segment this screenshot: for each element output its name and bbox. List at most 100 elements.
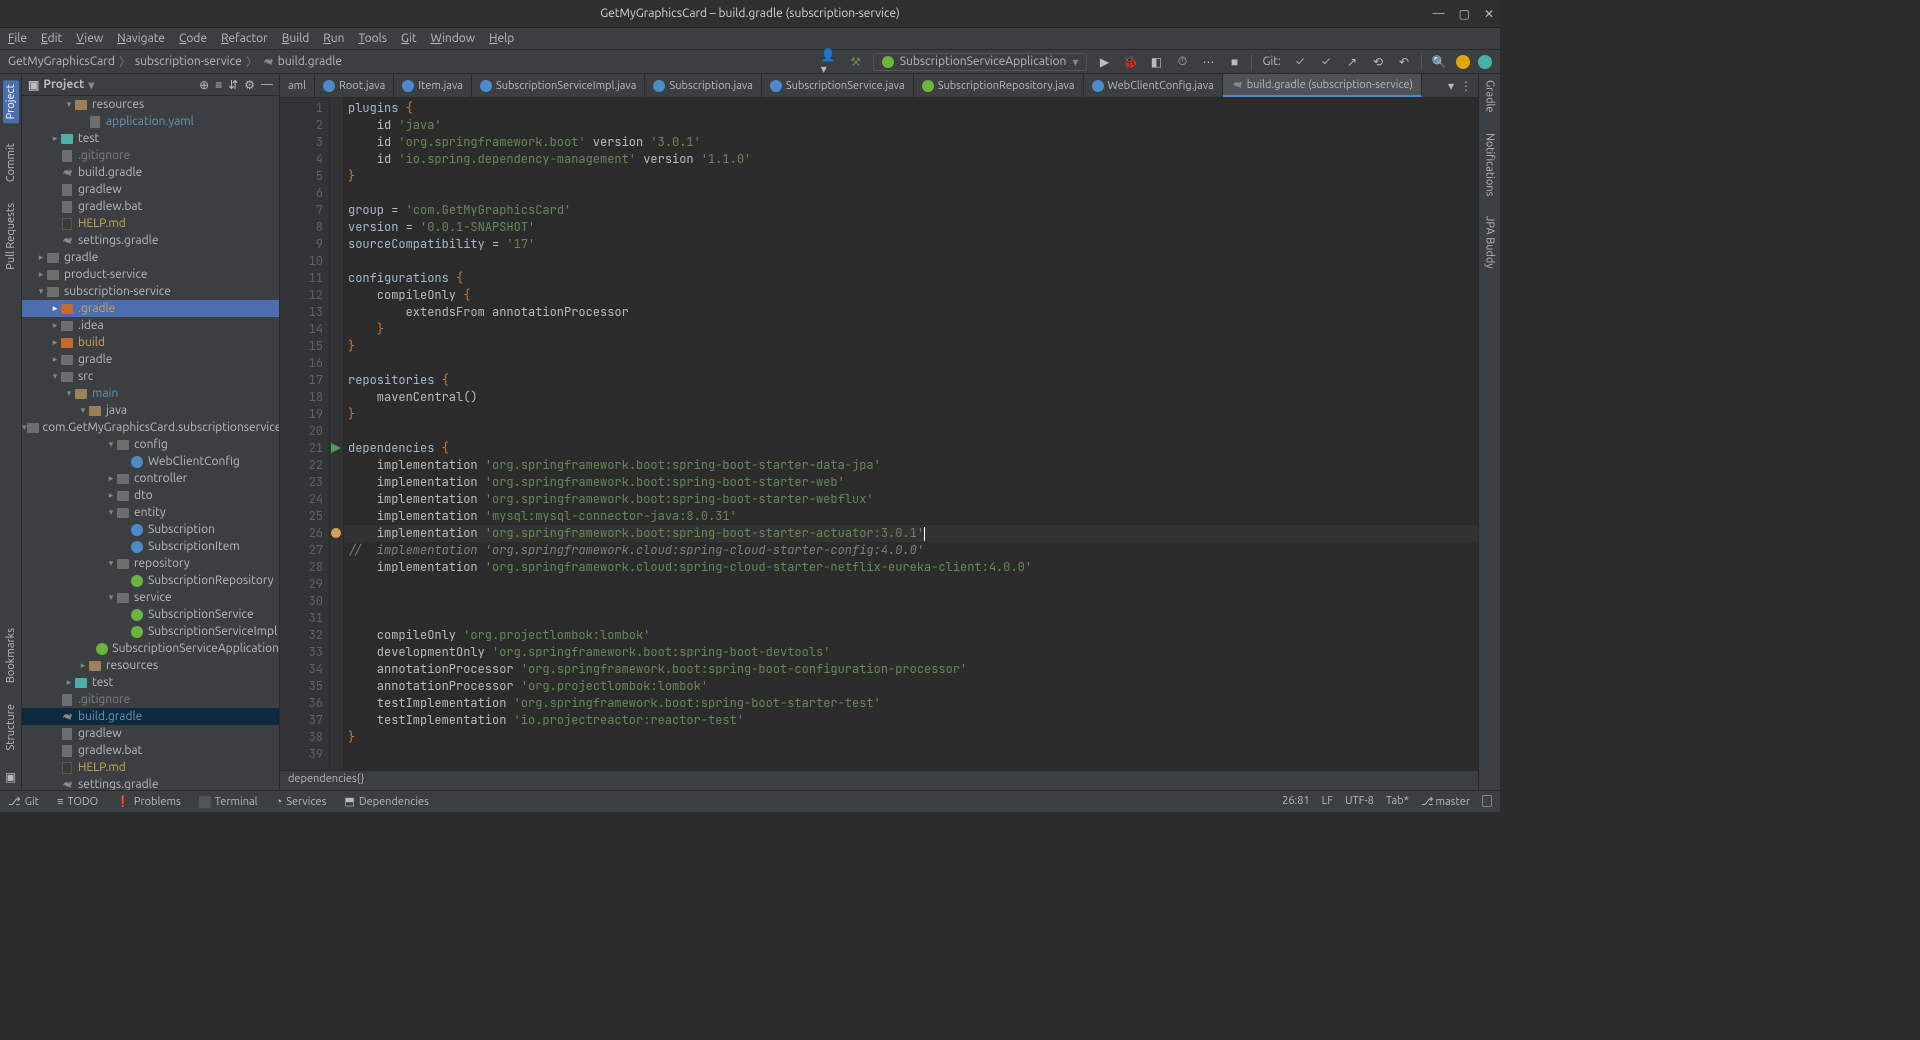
- tree-item[interactable]: HELP.md: [22, 759, 279, 776]
- indent-setting[interactable]: Tab*: [1386, 795, 1409, 808]
- editor-tab[interactable]: aml: [280, 74, 315, 97]
- tab-dropdown-icon[interactable]: ▾: [1448, 79, 1454, 93]
- git-push-icon[interactable]: ↗: [1343, 53, 1361, 71]
- menu-git[interactable]: Git: [401, 32, 417, 45]
- collapse-all-icon[interactable]: ⇵: [228, 78, 238, 92]
- bt-dependencies[interactable]: ⬒ Dependencies: [344, 795, 428, 808]
- tree-item[interactable]: ▸resources: [22, 657, 279, 674]
- menu-build[interactable]: Build: [282, 32, 310, 45]
- gutter-marks[interactable]: [330, 98, 344, 770]
- minimize-button[interactable]: —: [1433, 7, 1445, 21]
- tree-item[interactable]: ▸.gradle: [22, 300, 279, 317]
- close-button[interactable]: ✕: [1484, 7, 1494, 21]
- tree-item[interactable]: build.gradle: [22, 708, 279, 725]
- tree-item[interactable]: gradlew: [22, 725, 279, 742]
- git-commit-icon[interactable]: ✓: [1317, 53, 1335, 71]
- crumb-file[interactable]: build.gradle: [278, 55, 342, 68]
- tree-item[interactable]: ▸test: [22, 130, 279, 147]
- user-icon[interactable]: 👤▾: [821, 53, 839, 71]
- tree-item[interactable]: ▾java: [22, 402, 279, 419]
- debug-button[interactable]: 🐞: [1121, 53, 1139, 71]
- editor-tab[interactable]: Item.java: [394, 74, 472, 97]
- lock-icon[interactable]: [1482, 795, 1492, 807]
- tree-item[interactable]: ▾subscription-service: [22, 283, 279, 300]
- tree-item[interactable]: ▸controller: [22, 470, 279, 487]
- expand-all-icon[interactable]: ≡: [215, 78, 222, 92]
- menu-edit[interactable]: Edit: [41, 32, 62, 45]
- tree-item[interactable]: ▸gradle: [22, 249, 279, 266]
- build-hammer-icon[interactable]: ⚒: [847, 53, 865, 71]
- profile-button[interactable]: ⏱: [1173, 53, 1191, 71]
- line-gutter[interactable]: 1234567891011121314151617181920212223242…: [280, 98, 330, 770]
- tree-item[interactable]: ▾entity: [22, 504, 279, 521]
- tree-item[interactable]: ▾src: [22, 368, 279, 385]
- hide-panel-icon[interactable]: —: [261, 78, 273, 91]
- maximize-button[interactable]: ▢: [1459, 7, 1470, 21]
- crumb-module[interactable]: subscription-service: [135, 55, 242, 68]
- settings-gear-icon[interactable]: ⚙: [244, 78, 255, 92]
- tool-bookmarks[interactable]: Bookmarks: [5, 628, 17, 683]
- tree-item[interactable]: gradlew.bat: [22, 198, 279, 215]
- search-everywhere-icon[interactable]: 🔍: [1430, 53, 1448, 71]
- menu-code[interactable]: Code: [179, 32, 207, 45]
- tree-item[interactable]: HELP.md: [22, 215, 279, 232]
- menu-refactor[interactable]: Refactor: [221, 32, 268, 45]
- tool-jpa-buddy[interactable]: JPA Buddy: [1484, 216, 1496, 269]
- editor-tab[interactable]: WebClientConfig.java: [1084, 74, 1223, 97]
- menu-view[interactable]: View: [76, 32, 103, 45]
- coverage-button[interactable]: ◧: [1147, 53, 1165, 71]
- tree-item[interactable]: SubscriptionServiceApplication: [22, 640, 279, 657]
- git-rollback-icon[interactable]: ↶: [1395, 53, 1413, 71]
- editor-tab[interactable]: build.gradle (subscription-service): [1223, 74, 1422, 97]
- bt-problems[interactable]: ❗ Problems: [116, 795, 181, 808]
- bulb-gutter-icon[interactable]: [331, 528, 341, 538]
- tool-pull-requests[interactable]: Pull Requests: [5, 203, 17, 270]
- tool-structure[interactable]: Structure: [5, 704, 17, 751]
- tree-item[interactable]: Subscription: [22, 521, 279, 538]
- tree-item[interactable]: ▸build: [22, 334, 279, 351]
- menu-tools[interactable]: Tools: [359, 32, 388, 45]
- tree-item[interactable]: gradlew: [22, 181, 279, 198]
- tree-item[interactable]: SubscriptionService: [22, 606, 279, 623]
- tree-item[interactable]: SubscriptionRepository: [22, 572, 279, 589]
- editor-tab[interactable]: SubscriptionService.java: [762, 74, 914, 97]
- tool-project[interactable]: Project: [3, 80, 19, 123]
- editor-tab[interactable]: Subscription.java: [645, 74, 761, 97]
- editor-tab[interactable]: SubscriptionServiceImpl.java: [472, 74, 646, 97]
- editor-tab[interactable]: SubscriptionRepository.java: [914, 74, 1084, 97]
- cursor-position[interactable]: 26:81: [1282, 795, 1310, 808]
- tree-item[interactable]: build.gradle: [22, 164, 279, 181]
- tool-notifications[interactable]: Notifications: [1484, 133, 1496, 196]
- tree-item[interactable]: .gitignore: [22, 147, 279, 164]
- line-separator[interactable]: LF: [1322, 795, 1333, 808]
- tree-item[interactable]: application.yaml: [22, 113, 279, 130]
- tree-item[interactable]: ▾service: [22, 589, 279, 606]
- tree-item[interactable]: ▸product-service: [22, 266, 279, 283]
- tree-item[interactable]: ▸gradle: [22, 351, 279, 368]
- tree-item[interactable]: ▸dto: [22, 487, 279, 504]
- run-gutter-icon[interactable]: [331, 443, 341, 453]
- git-branch[interactable]: ⎇ master: [1421, 795, 1470, 808]
- tree-item[interactable]: gradlew.bat: [22, 742, 279, 759]
- bt-terminal[interactable]: Terminal: [199, 796, 258, 808]
- tool-gradle[interactable]: Gradle: [1484, 80, 1496, 113]
- tree-item[interactable]: ▾repository: [22, 555, 279, 572]
- file-encoding[interactable]: UTF-8: [1345, 795, 1374, 808]
- tree-item[interactable]: ▸test: [22, 674, 279, 691]
- run-config-selector[interactable]: SubscriptionServiceApplication ▾: [873, 53, 1088, 71]
- git-history-icon[interactable]: ⟲: [1369, 53, 1387, 71]
- tree-item[interactable]: settings.gradle: [22, 232, 279, 249]
- project-panel-title[interactable]: ▣Project▾: [28, 78, 94, 92]
- tree-item[interactable]: settings.gradle: [22, 776, 279, 790]
- tree-item[interactable]: SubscriptionItem: [22, 538, 279, 555]
- jpa-buddy-icon[interactable]: [1478, 55, 1492, 69]
- bt-todo[interactable]: ≡ TODO: [57, 796, 98, 808]
- tree-item[interactable]: .gitignore: [22, 691, 279, 708]
- tree-item[interactable]: ▾main: [22, 385, 279, 402]
- stop-button[interactable]: ■: [1225, 53, 1243, 71]
- editor-tab[interactable]: Root.java: [315, 74, 394, 97]
- code-editor[interactable]: plugins { id 'java' id 'org.springframew…: [344, 98, 1478, 770]
- bt-services[interactable]: ◔ Services: [276, 796, 327, 808]
- tool-commit[interactable]: Commit: [5, 143, 17, 182]
- menu-help[interactable]: Help: [489, 32, 514, 45]
